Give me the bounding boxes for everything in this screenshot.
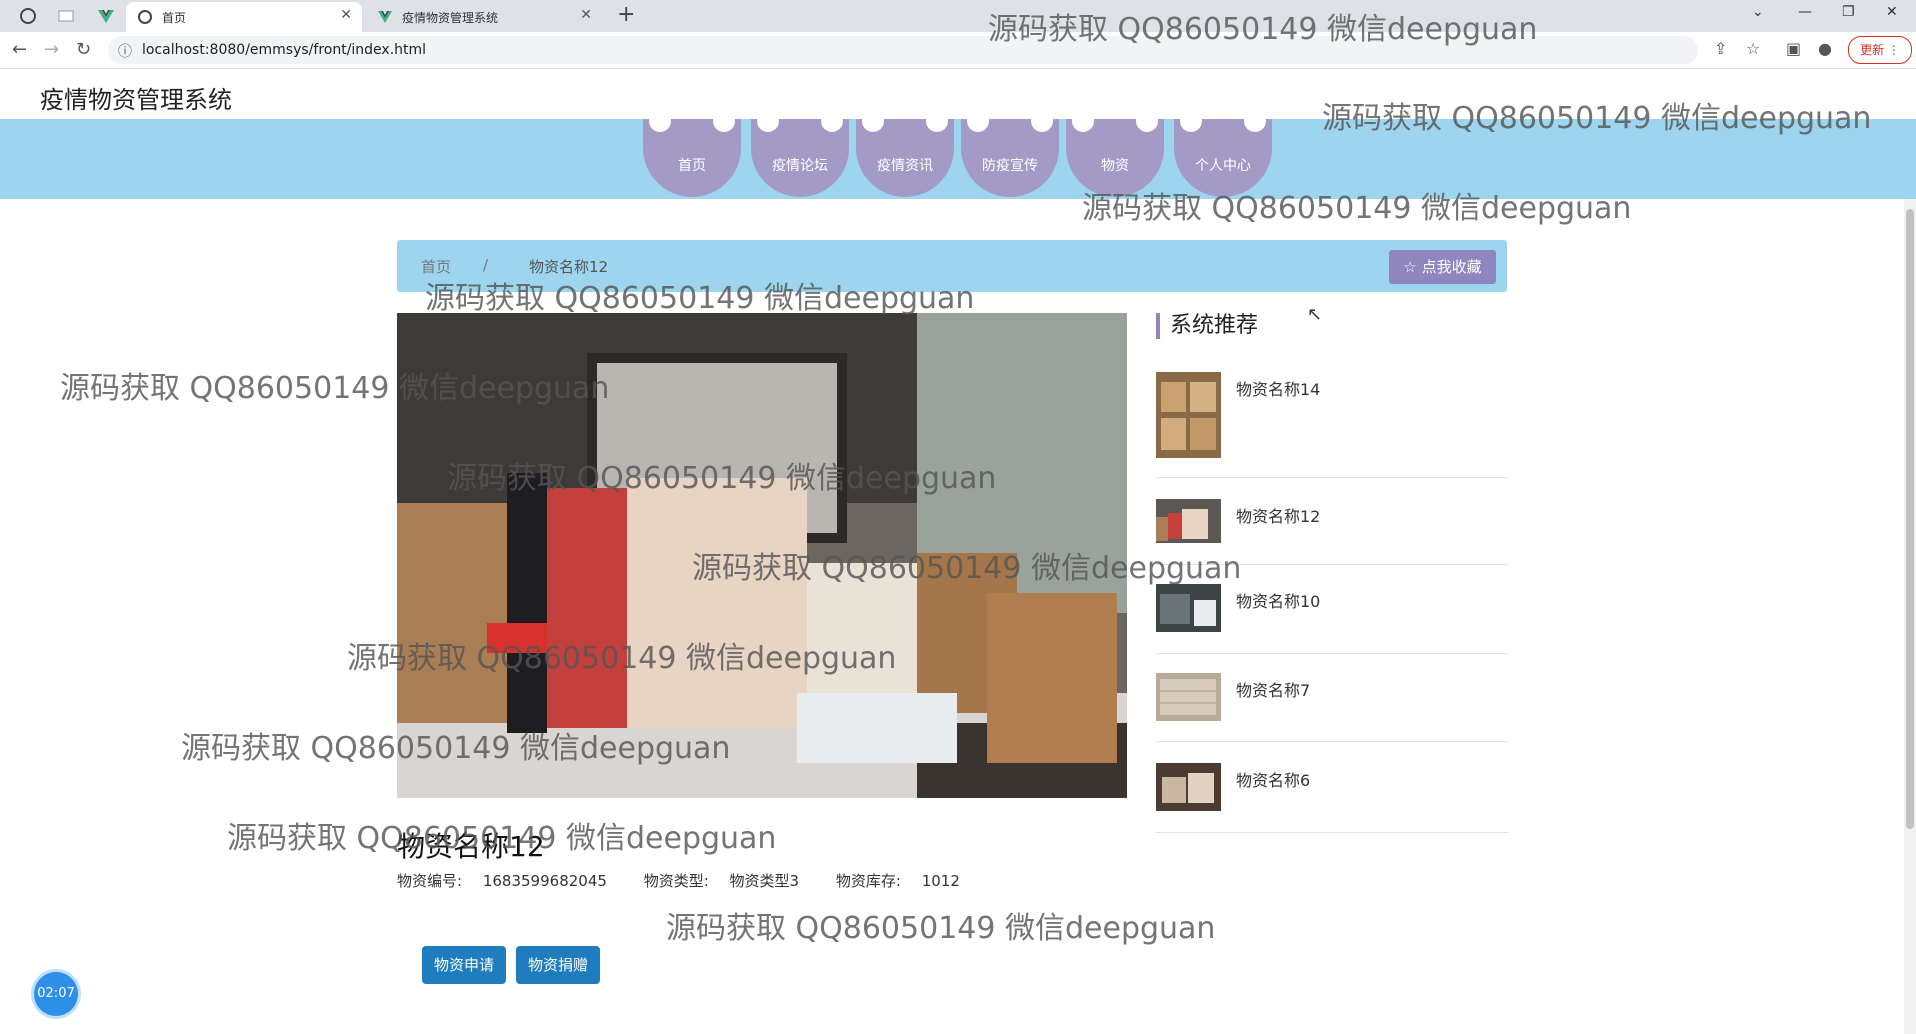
info-icon[interactable]: ⓘ: [118, 41, 132, 61]
recommend-header: 系统推荐: [1156, 313, 1258, 339]
close-window-button[interactable]: ✕: [1886, 4, 1898, 20]
update-label: 更新: [1860, 43, 1885, 57]
bookmark-star-icon[interactable]: ☆: [1746, 39, 1760, 58]
tab-title: 疫情物资管理系统: [402, 11, 499, 25]
breadcrumb: 首页 / 物资名称12: [397, 240, 1507, 292]
supplies-photo: [397, 313, 1127, 798]
recommend-item[interactable]: 物资名称10: [1156, 584, 1508, 654]
new-tab-button[interactable]: +: [617, 2, 635, 27]
nav-label: 防疫宣传: [982, 158, 1038, 174]
pinned-tab-icon[interactable]: [96, 6, 116, 26]
page-scrollbar[interactable]: [1904, 199, 1916, 1034]
nav-band: [0, 119, 1916, 199]
type-value: 物资类型3: [729, 872, 800, 890]
page-icon: [58, 10, 74, 22]
scroll-thumb[interactable]: [1906, 209, 1914, 829]
recommend-item[interactable]: 物资名称12: [1156, 499, 1508, 565]
recommend-name[interactable]: 物资名称10: [1236, 588, 1320, 612]
recommend-item[interactable]: 物资名称6: [1156, 763, 1508, 833]
donate-button[interactable]: 物资捐赠: [516, 946, 600, 984]
close-icon[interactable]: ✕: [580, 7, 592, 23]
recommend-name[interactable]: 物资名称7: [1236, 677, 1310, 701]
vue-icon: [98, 10, 114, 23]
recommend-item[interactable]: 物资名称7: [1156, 673, 1508, 742]
url-input[interactable]: ⓘ localhost:8080/emmsys/front/index.html: [108, 36, 1698, 64]
pinned-tab-icon[interactable]: [56, 6, 76, 26]
reload-icon[interactable]: ↻: [76, 39, 91, 60]
forward-icon[interactable]: →: [44, 39, 59, 60]
breadcrumb-home[interactable]: 首页: [421, 256, 451, 277]
favorite-button[interactable]: ☆ 点我收藏: [1389, 250, 1496, 284]
globe-icon: [138, 10, 152, 24]
mouse-cursor-icon: ↖: [1307, 304, 1323, 325]
address-bar: ← → ↻ ⓘ localhost:8080/emmsys/front/inde…: [0, 32, 1916, 69]
recommend-thumbnail[interactable]: [1156, 763, 1221, 811]
type-label: 物资类型:: [643, 872, 709, 890]
tab-system[interactable]: 疫情物资管理系统 ✕: [366, 2, 602, 32]
recommend-name[interactable]: 物资名称12: [1236, 503, 1320, 527]
timer-badge[interactable]: 02:07: [34, 972, 78, 1016]
recommend-item[interactable]: 物资名称14: [1156, 372, 1508, 478]
restore-button[interactable]: ❐: [1842, 4, 1855, 20]
profile-icon[interactable]: ●: [1818, 39, 1832, 58]
recommend-name[interactable]: 物资名称14: [1236, 376, 1320, 400]
code-label: 物资编号:: [397, 872, 463, 890]
update-button[interactable]: 更新 ⋮: [1848, 36, 1912, 64]
supplies-pile-photo: [1156, 763, 1221, 811]
breadcrumb-separator: /: [483, 256, 489, 274]
breadcrumb-current: 物资名称12: [529, 258, 609, 276]
nav-label: 首页: [678, 158, 706, 174]
recommend-name[interactable]: 物资名称6: [1236, 767, 1310, 791]
recommend-thumbnail[interactable]: [1156, 499, 1221, 543]
minimize-button[interactable]: —: [1798, 4, 1812, 20]
stock-value: 1012: [921, 872, 960, 890]
stock-field: 物资库存: 1012: [836, 872, 976, 890]
product-title: 物资名称12: [397, 830, 545, 863]
boxes-photo: [1156, 372, 1221, 458]
globe-icon: [20, 8, 36, 24]
drinks-photo: [1156, 499, 1221, 543]
stacked-boxes-photo: [1156, 673, 1221, 721]
share-icon[interactable]: ⇪: [1714, 39, 1727, 58]
recommend-thumbnail[interactable]: [1156, 372, 1221, 458]
nav-label: 疫情资讯: [877, 158, 933, 174]
nav-label: 疫情论坛: [772, 158, 828, 174]
nav-label: 物资: [1101, 158, 1129, 174]
nav-label: 个人中心: [1195, 158, 1251, 174]
apply-button[interactable]: 物资申请: [422, 946, 506, 984]
vue-icon: [378, 11, 392, 23]
close-icon[interactable]: ✕: [340, 7, 352, 23]
recommend-thumbnail[interactable]: [1156, 584, 1221, 632]
url-text: localhost:8080/emmsys/front/index.html: [142, 42, 427, 58]
recommend-thumbnail[interactable]: [1156, 673, 1221, 721]
tab-title: 首页: [162, 11, 187, 25]
code-value: 1683599682045: [482, 872, 607, 890]
warehouse-photo: [1156, 584, 1221, 632]
product-meta: 物资编号: 1683599682045 物资类型: 物资类型3 物资库存: 10…: [397, 870, 992, 891]
site-title: 疫情物资管理系统: [40, 86, 232, 114]
sidepanel-icon[interactable]: ▣: [1786, 39, 1801, 58]
pinned-tab-icon[interactable]: [18, 6, 38, 26]
browser-tab-bar: 首页 ✕ 疫情物资管理系统 ✕ + ⌄ — ❐ ✕: [0, 0, 1916, 32]
stock-label: 物资库存:: [835, 872, 901, 890]
tab-search-icon[interactable]: ⌄: [1752, 4, 1764, 20]
product-image: [397, 313, 1127, 798]
type-field: 物资类型: 物资类型3: [644, 872, 815, 890]
back-icon[interactable]: ←: [12, 39, 27, 60]
watermark: 源码获取 QQ86050149 微信deepguan: [666, 911, 1216, 946]
tab-home[interactable]: 首页 ✕: [126, 2, 362, 32]
code-field: 物资编号: 1683599682045: [397, 872, 623, 890]
